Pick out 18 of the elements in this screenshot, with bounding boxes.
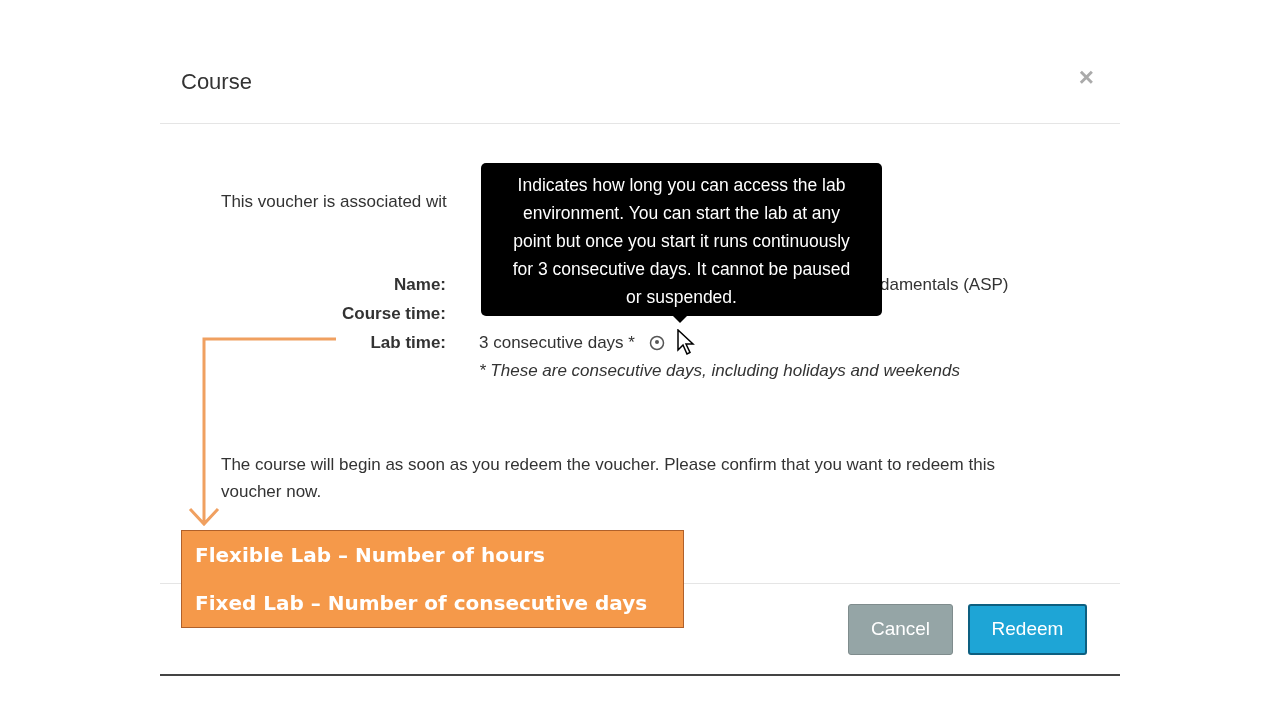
field-value: 3 consecutive days * [479, 332, 635, 353]
redeem-button[interactable]: Redeem [968, 603, 1087, 655]
callout-text: Flexible Lab – Number of hours [195, 543, 546, 567]
field-label: Name: [393, 274, 446, 295]
close-button[interactable]: × [1078, 62, 1094, 93]
dialog-title: Course [181, 68, 252, 95]
cancel-button[interactable]: Cancel [848, 603, 953, 655]
field-label: Lab time: [369, 332, 446, 353]
info-icon[interactable] [648, 334, 665, 351]
field-value: damentals (ASP) [880, 274, 1009, 295]
tooltip-pointer-icon [672, 315, 688, 323]
intro-text: This voucher is associated wit [221, 192, 448, 212]
footnote-text: * These are consecutive days, including holidays and weekends [479, 361, 961, 381]
callout-text: Fixed Lab – Number of consecutive days [195, 591, 649, 615]
confirm-text: The course will begin as soon as you redeem the voucher. Please confirm that you want to redeem this voucher now. [221, 454, 996, 503]
field-label: Course time: [341, 303, 446, 324]
tooltip: Indicates how long you can access the lab environment. You can start the lab at any point but once you start it runs continuously for 3 consecutive days. It cannot be paused or suspended. [481, 163, 882, 316]
cursor-icon [676, 329, 696, 355]
